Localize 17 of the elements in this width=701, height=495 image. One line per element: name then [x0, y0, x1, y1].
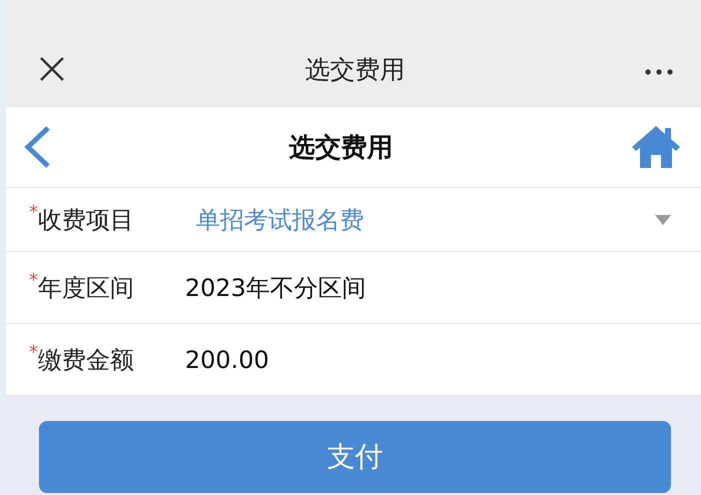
- window-title: 选交费用: [304, 55, 406, 85]
- home-icon[interactable]: [631, 125, 681, 169]
- required-mark: *: [29, 344, 38, 362]
- field-label: 年度区间: [38, 272, 134, 304]
- back-icon[interactable]: [23, 125, 51, 169]
- field-label: 收费项目: [38, 204, 134, 236]
- close-icon[interactable]: [39, 56, 65, 82]
- dropdown-field[interactable]: 单招考试报名费: [196, 204, 671, 236]
- field-value: 200.00: [185, 346, 269, 374]
- more-icon[interactable]: [645, 69, 673, 75]
- required-mark: *: [29, 272, 38, 290]
- field-label: 缴费金额: [38, 344, 134, 376]
- required-mark: *: [29, 204, 38, 222]
- field-value: 2023年不分区间: [185, 272, 366, 304]
- page-title: 选交费用: [288, 132, 394, 164]
- caret-icon: [655, 214, 671, 224]
- pay-button[interactable]: 支付: [39, 421, 671, 493]
